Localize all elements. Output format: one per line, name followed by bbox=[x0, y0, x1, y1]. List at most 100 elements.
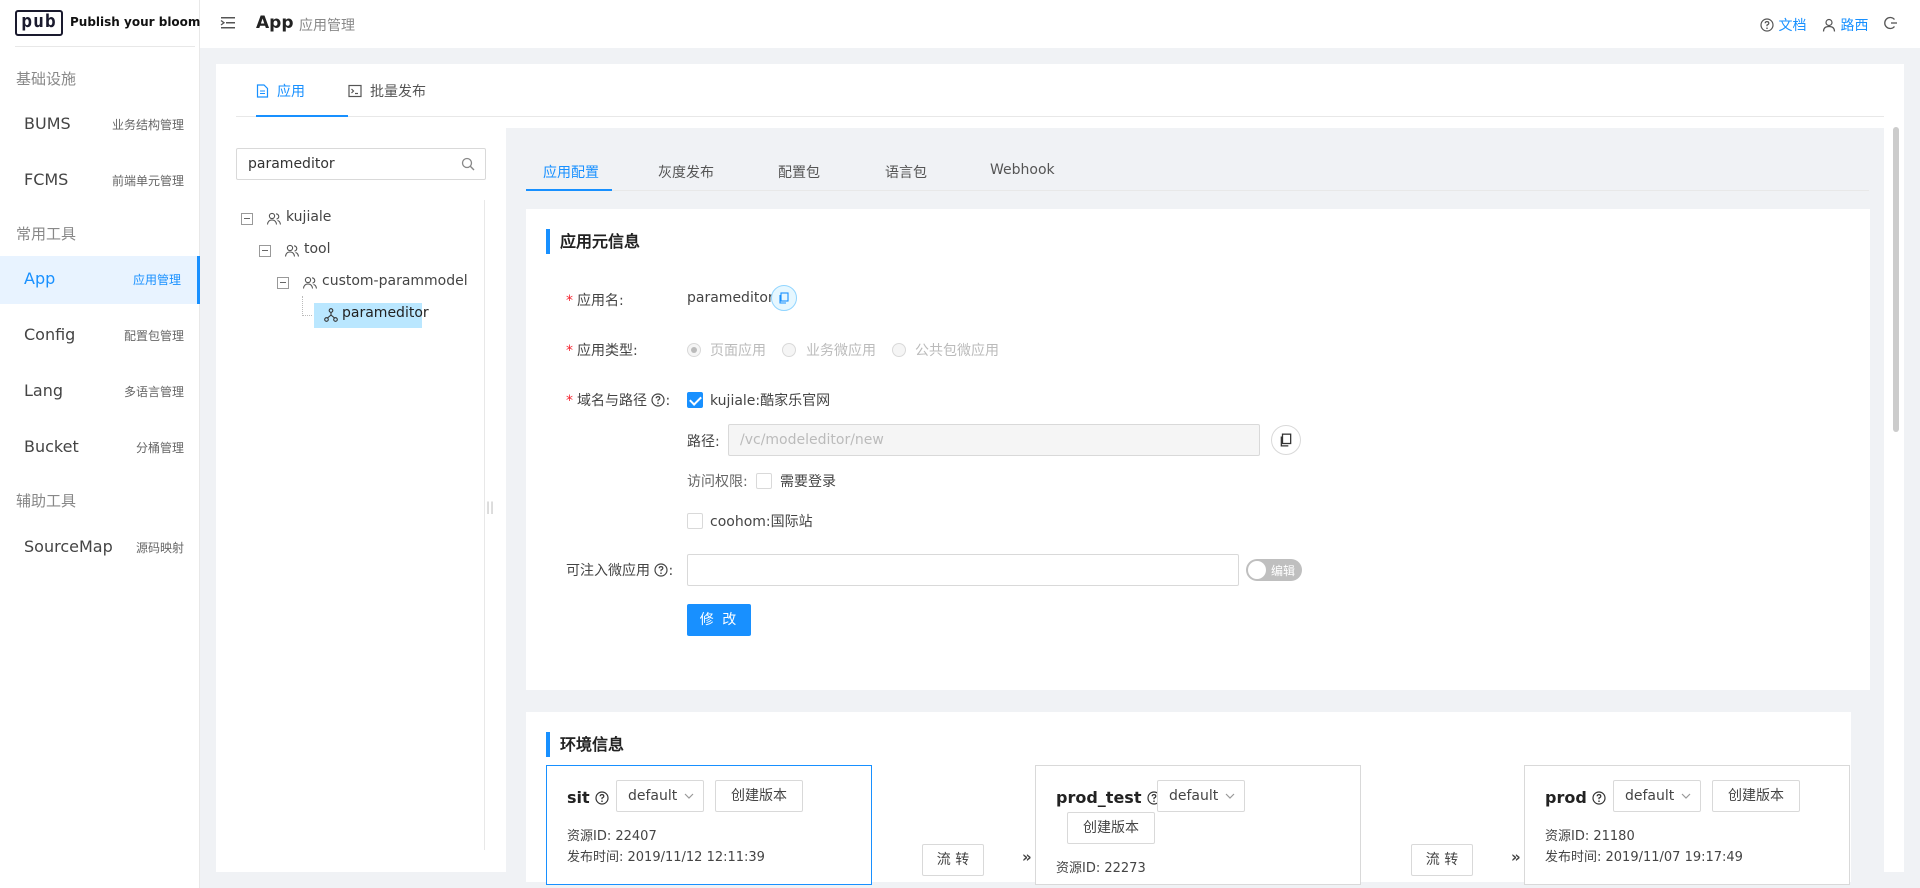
edit-toggle[interactable]: 编辑 bbox=[1246, 559, 1302, 581]
search-input[interactable] bbox=[237, 149, 457, 179]
sidebar-item-label: BUMS bbox=[24, 114, 71, 133]
checkbox-coohom[interactable] bbox=[687, 513, 703, 529]
path-label: 路径: bbox=[687, 434, 720, 450]
required-mark: * bbox=[566, 343, 573, 359]
copy-icon bbox=[779, 292, 789, 304]
user-icon bbox=[1822, 18, 1836, 32]
flow-button-prod-test[interactable]: 流 转 bbox=[1411, 844, 1473, 876]
tab-app[interactable]: 应用 bbox=[256, 81, 305, 101]
search-field[interactable] bbox=[236, 148, 486, 180]
env-sit[interactable]: sit default 创建版本 资源ID: 22407 发布时间: 2019/… bbox=[546, 765, 872, 885]
resource-id: 资源ID: 21180 bbox=[1545, 829, 1635, 844]
tab-app-config[interactable]: 应用配置 bbox=[543, 162, 599, 182]
tree-node-kujiale[interactable]: kujiale bbox=[241, 207, 461, 231]
sidebar-group-aux: 辅助工具 bbox=[16, 492, 77, 510]
radio-biz-micro-app[interactable] bbox=[782, 343, 796, 357]
team-icon bbox=[266, 212, 282, 225]
domain-primary-label: kujiale:酷家乐官网 bbox=[710, 393, 831, 409]
create-version-button[interactable]: 创建版本 bbox=[715, 780, 803, 812]
sidebar-item-config[interactable]: Config 配置包管理 bbox=[0, 312, 200, 360]
copy-path-button[interactable] bbox=[1271, 425, 1301, 455]
tab-webhook[interactable]: Webhook bbox=[990, 162, 1055, 178]
card-title: 应用元信息 bbox=[546, 229, 640, 254]
tree-collapse-icon[interactable] bbox=[241, 213, 253, 225]
env-name: prod_test bbox=[1056, 788, 1161, 807]
tab-label: 应用 bbox=[277, 84, 305, 100]
main-tabs: 应用 批量发布 bbox=[236, 64, 1884, 117]
tree-collapse-icon[interactable] bbox=[277, 277, 289, 289]
copy-name-button[interactable] bbox=[771, 285, 797, 311]
resize-handle[interactable]: || bbox=[486, 500, 494, 514]
tab-batch-publish[interactable]: 批量发布 bbox=[348, 81, 426, 101]
branch-select[interactable]: default bbox=[1157, 780, 1245, 812]
domain-label: * 域名与路径 : bbox=[566, 393, 671, 409]
search-icon[interactable] bbox=[461, 157, 475, 171]
create-version-button[interactable]: 创建版本 bbox=[1067, 812, 1155, 844]
access-login-label: 需要登录 bbox=[780, 474, 836, 490]
inject-label: 可注入微应用 : bbox=[566, 563, 674, 579]
env-prod-test[interactable]: prod_test default 创建版本 资源ID: 22273 bbox=[1035, 765, 1361, 885]
path-input[interactable]: /vc/modeleditor/new bbox=[728, 424, 1260, 456]
publish-time: 发布时间: 2019/11/12 12:11:39 bbox=[567, 850, 765, 865]
question-circle-icon[interactable] bbox=[654, 563, 669, 577]
sidebar-item-sourcemap[interactable]: SourceMap 源码映射 bbox=[0, 524, 200, 572]
sidebar-item-bucket[interactable]: Bucket 分桶管理 bbox=[0, 424, 200, 472]
menu-fold-icon[interactable] bbox=[220, 15, 236, 31]
question-circle-icon[interactable] bbox=[595, 791, 609, 805]
tabs-divider bbox=[526, 190, 1869, 191]
tree-node-parameditor[interactable]: parameditor bbox=[314, 303, 429, 328]
radio-shared-micro-app[interactable] bbox=[892, 343, 906, 357]
sidebar-item-label: SourceMap bbox=[24, 537, 113, 556]
branch-select[interactable]: default bbox=[616, 780, 704, 812]
checkbox-kujiale[interactable] bbox=[687, 392, 703, 408]
scrollbar[interactable] bbox=[1893, 127, 1899, 432]
tab-config-package[interactable]: 配置包 bbox=[778, 162, 820, 182]
select-value: default bbox=[1625, 788, 1675, 804]
select-value: default bbox=[1169, 788, 1219, 804]
docs-link[interactable]: 文档 bbox=[1760, 15, 1806, 35]
app-meta-card: 应用元信息 * 应用名: parameditor * 应用类型: 页面应用 业务微应… bbox=[526, 209, 1870, 690]
flow-button-sit[interactable]: 流 转 bbox=[922, 844, 984, 876]
logo[interactable]: pub Publish your bloom! bbox=[15, 10, 206, 47]
sidebar-item-bums[interactable]: BUMS 业务结构管理 bbox=[0, 101, 200, 149]
radio-label: 公共包微应用 bbox=[915, 343, 999, 359]
field-label: 域名与路径 bbox=[577, 393, 647, 409]
panel-divider bbox=[484, 200, 485, 850]
tree-node-tool[interactable]: tool bbox=[259, 239, 479, 263]
domain-secondary-label: coohom:国际站 bbox=[710, 514, 813, 530]
question-circle-icon[interactable] bbox=[651, 393, 666, 407]
tab-language-package[interactable]: 语言包 bbox=[885, 162, 927, 182]
flow-arrow: » bbox=[1022, 848, 1032, 866]
question-circle-icon[interactable] bbox=[1592, 791, 1606, 805]
logout-icon[interactable] bbox=[1884, 16, 1898, 30]
sidebar-item-fcms[interactable]: FCMS 前端单元管理 bbox=[0, 157, 200, 205]
tab-ink-bar bbox=[256, 115, 348, 117]
chevron-down-icon bbox=[1681, 793, 1691, 799]
checkbox-require-login[interactable] bbox=[756, 473, 772, 489]
tree-node-label: custom-parammodel bbox=[322, 273, 468, 289]
user-menu[interactable]: 路西 bbox=[1822, 15, 1868, 35]
sidebar-group-infra: 基础设施 bbox=[16, 70, 77, 88]
radio-label: 业务微应用 bbox=[806, 343, 876, 359]
tab-gray-release[interactable]: 灰度发布 bbox=[658, 162, 714, 182]
tree-node-label: tool bbox=[304, 241, 331, 257]
tree-guide-line bbox=[302, 315, 312, 316]
tree-node-custom-parammodel[interactable]: custom-parammodel bbox=[277, 271, 477, 295]
header: App 应用管理 文档 路西 bbox=[200, 0, 1920, 48]
tree-collapse-icon[interactable] bbox=[259, 245, 271, 257]
team-icon bbox=[302, 276, 318, 289]
create-version-button[interactable]: 创建版本 bbox=[1712, 780, 1800, 812]
resource-id: 资源ID: 22407 bbox=[567, 829, 657, 844]
radio-page-app[interactable] bbox=[687, 343, 701, 357]
branch-select[interactable]: default bbox=[1613, 780, 1701, 812]
submit-button[interactable]: 修 改 bbox=[687, 604, 751, 636]
sidebar-item-desc: 应用管理 bbox=[132, 273, 181, 287]
sidebar-item-app[interactable]: App 应用管理 bbox=[0, 256, 200, 304]
inject-input[interactable] bbox=[687, 554, 1239, 586]
page-title: App bbox=[256, 13, 294, 33]
logo-tagline: Publish your bloom! bbox=[70, 15, 206, 29]
toggle-knob bbox=[1248, 561, 1266, 579]
env-prod[interactable]: prod default 创建版本 资源ID: 21180 发布时间: 2019… bbox=[1524, 765, 1850, 885]
access-label: 访问权限: bbox=[687, 474, 748, 490]
sidebar-item-lang[interactable]: Lang 多语言管理 bbox=[0, 368, 200, 416]
